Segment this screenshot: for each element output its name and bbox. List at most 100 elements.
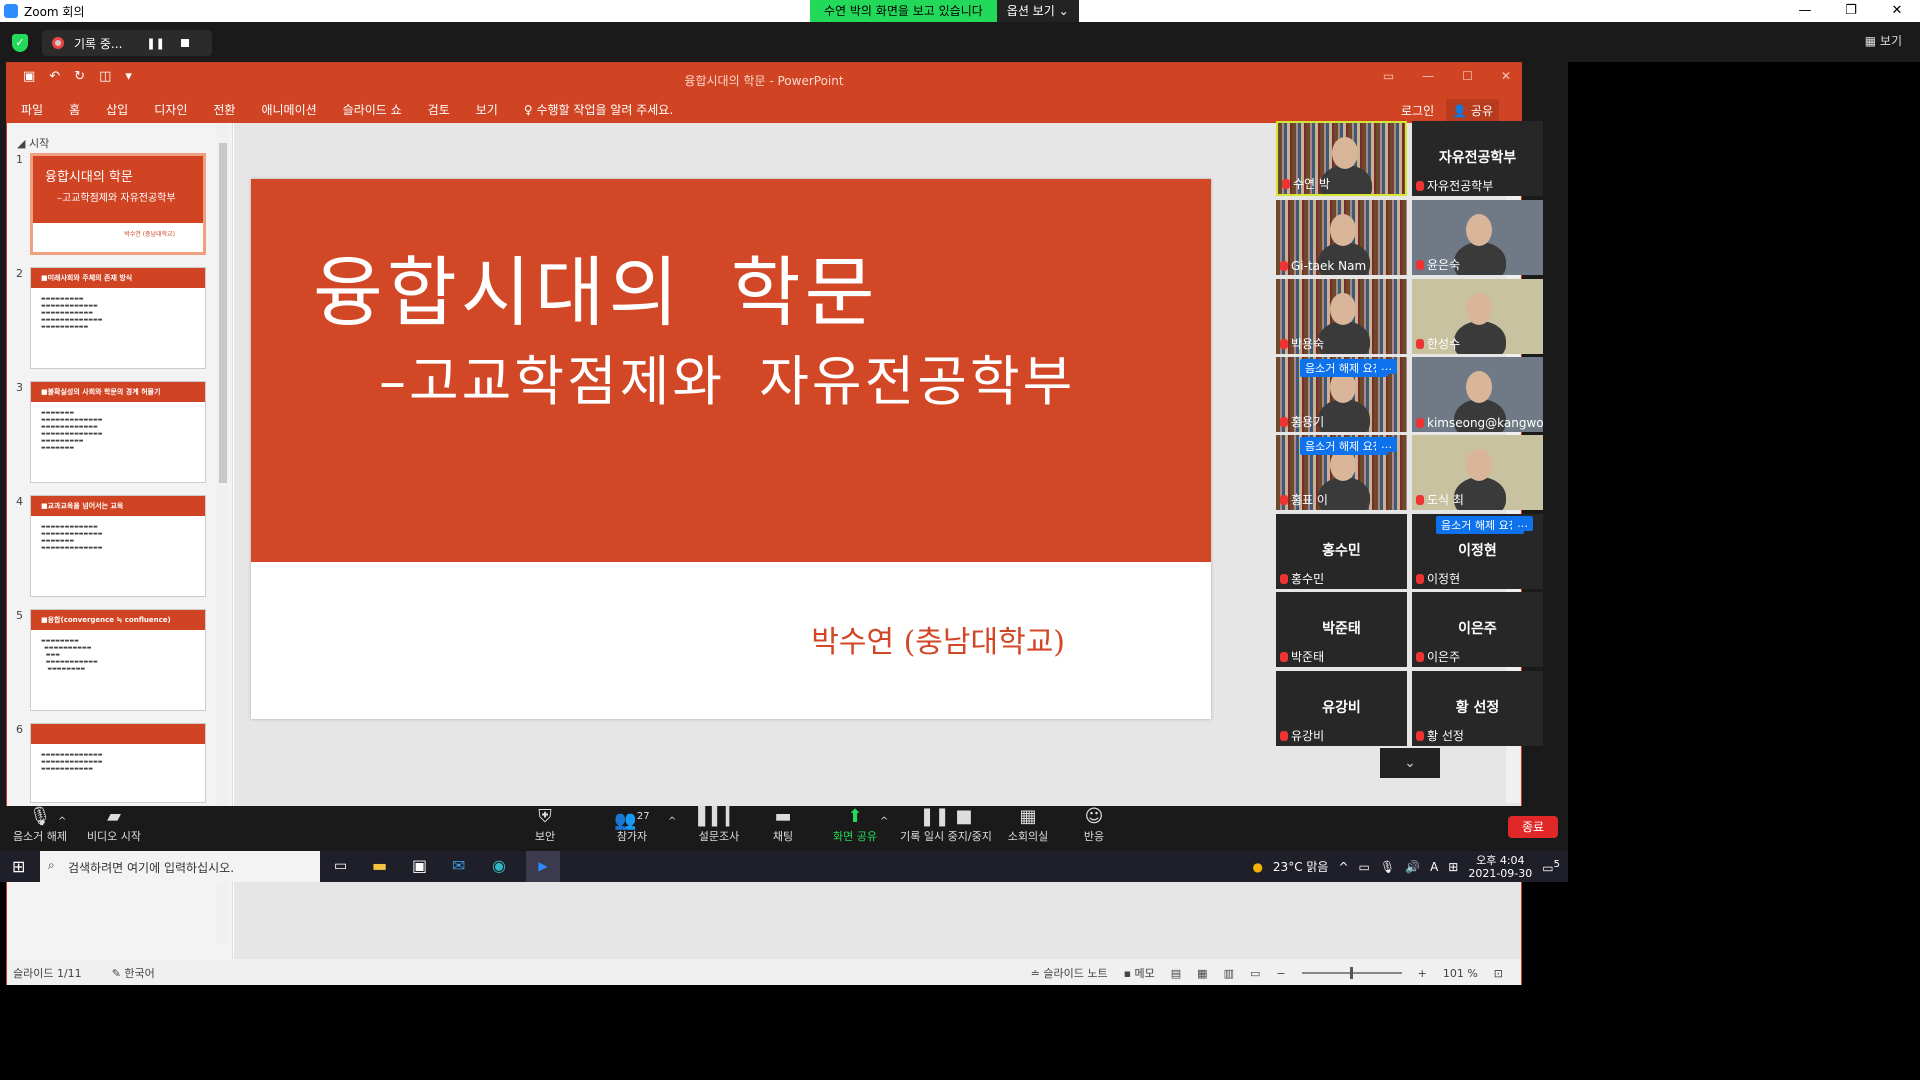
participant-tile[interactable]: 수연 박 <box>1276 121 1407 196</box>
tab-design[interactable]: 디자인 <box>154 101 187 118</box>
comments-button[interactable]: ▪ 메모 <box>1124 965 1155 981</box>
file-explorer-icon[interactable]: ▬ <box>372 856 387 875</box>
ppt-close-icon[interactable]: ✕ <box>1501 69 1511 83</box>
slide-thumbnail-4[interactable]: ■교과교육을 넘어서는 교육 ▬▬▬▬▬▬▬▬▬▬▬▬ ▬▬▬▬▬▬▬▬▬▬▬▬▬… <box>30 495 206 597</box>
microphone-icon[interactable]: 🎙 <box>1380 860 1395 874</box>
participant-tile[interactable]: 이은주 이은주 <box>1412 592 1543 667</box>
normal-view-icon[interactable]: ▤ <box>1171 967 1181 980</box>
keyboard-icon[interactable]: ⊞ <box>1448 860 1458 874</box>
pause-recording-icon[interactable]: ❚❚ <box>146 37 164 50</box>
tab-slideshow[interactable]: 슬라이드 쇼 <box>343 101 402 118</box>
tray-expand-icon[interactable]: ^ <box>1338 860 1348 874</box>
mail-icon[interactable]: ✉ <box>452 856 465 875</box>
slide-thumbnail-3[interactable]: ■불확실성의 사회와 학문의 경계 허물기 ▬▬▬▬▬▬▬ ▬▬▬▬▬▬▬▬▬▬▬… <box>30 381 206 483</box>
language-indicator[interactable]: ✎ 한국어 <box>112 965 155 981</box>
participant-tile[interactable]: 박용숙 <box>1276 279 1407 354</box>
more-options-icon[interactable]: … <box>1376 437 1397 452</box>
view-options-button[interactable]: 옵션 보기 ⌄ <box>996 0 1079 22</box>
slide-thumbnail-2[interactable]: ■미래사회와 주체의 존재 방식 ▬▬▬▬▬▬▬▬▬ ▬▬▬▬▬▬▬▬▬▬▬▬ ▬▬… <box>30 267 206 369</box>
share-button[interactable]: 👤 공유 <box>1446 99 1499 122</box>
share-screen-button[interactable]: ⬆ 화면 공유 <box>830 806 880 844</box>
participant-tile[interactable]: 자유전공학부 자유전공학부 <box>1412 121 1543 196</box>
tab-file[interactable]: 파일 <box>21 101 43 118</box>
slide-thumbnail-6[interactable]: ▬▬▬▬▬▬▬▬▬▬▬▬▬ ▬▬▬▬▬▬▬▬▬▬▬▬▬ ▬▬▬▬▬▬▬▬▬▬▬ <box>30 723 206 803</box>
slide-thumbnail-5[interactable]: ■융합(convergence ≒ confluence) ▬▬▬▬▬▬▬▬ ▬… <box>30 609 206 711</box>
zoom-out-icon[interactable]: − <box>1276 967 1285 980</box>
tab-transitions[interactable]: 전환 <box>213 101 235 118</box>
ribbon-display-icon[interactable]: ▭ <box>1383 69 1394 83</box>
minimize-button[interactable]: — <box>1782 0 1828 22</box>
close-button[interactable]: ✕ <box>1874 0 1920 22</box>
edge-icon[interactable]: ◉ <box>492 856 506 875</box>
fit-slide-icon[interactable]: ⊡ <box>1494 967 1503 980</box>
tell-me-search[interactable]: ♀ 수행할 작업을 알려 주세요. <box>524 101 673 118</box>
section-header[interactable]: ◢ 시작 <box>17 135 49 151</box>
ppt-minimize-icon[interactable]: — <box>1422 69 1434 83</box>
sorter-view-icon[interactable]: ▦ <box>1197 967 1207 980</box>
network-icon[interactable]: ▭ <box>1359 860 1370 874</box>
gallery-next-page-icon[interactable]: ⌄ <box>1380 748 1440 778</box>
security-button[interactable]: ⛨ 보안 <box>530 806 560 844</box>
participant-tile[interactable]: 윤은숙 <box>1412 200 1543 275</box>
participant-tile[interactable]: 홍수민 홍수민 <box>1276 514 1407 589</box>
tab-review[interactable]: 검토 <box>428 101 450 118</box>
participants-options-icon[interactable]: ^ <box>668 816 676 827</box>
notification-icon[interactable]: ▭5 <box>1542 859 1560 875</box>
share-options-icon[interactable]: ^ <box>880 816 888 827</box>
tab-view[interactable]: 보기 <box>476 101 498 118</box>
participant-tile[interactable]: 황 선정 황 선정 <box>1412 671 1543 746</box>
tab-animations[interactable]: 애니메이션 <box>261 101 316 118</box>
task-view-icon[interactable]: ▭ <box>334 858 347 874</box>
scrollbar-thumb[interactable] <box>219 143 227 483</box>
participant-tile[interactable]: Gi-taek Nam <box>1276 200 1407 275</box>
chat-button[interactable]: ▬ 채팅 <box>768 806 798 844</box>
ppt-maximize-icon[interactable]: ☐ <box>1462 69 1473 83</box>
polls-button[interactable]: ▌▍▎ 설문조사 <box>694 806 744 844</box>
more-options-icon[interactable]: … <box>1512 516 1533 531</box>
breakout-rooms-button[interactable]: ▦ 소회의실 <box>1004 806 1052 844</box>
clock[interactable]: 오후 4:04 2021-09-30 <box>1468 854 1532 880</box>
participant-tile[interactable]: 유강비 유강비 <box>1276 671 1407 746</box>
windows-start-icon[interactable]: ⊞ <box>12 857 25 876</box>
unmute-request-badge[interactable]: 음소거 해제 요청 <box>1300 359 1388 377</box>
current-slide[interactable]: 융합시대의 학문 –고교학점제와 자유전공학부 박수연 (충남대학교) <box>251 179 1211 719</box>
participant-tile[interactable]: 음소거 해제 요청… 홍표 이 <box>1276 435 1407 510</box>
reactions-button[interactable]: ☺ 반응 <box>1080 806 1108 844</box>
zoom-in-icon[interactable]: + <box>1418 967 1427 980</box>
participant-tile[interactable]: 도식 최 <box>1412 435 1543 510</box>
participant-name: 유강비 <box>1291 729 1325 743</box>
login-link[interactable]: 로그인 <box>1401 102 1434 119</box>
end-meeting-button[interactable]: 종료 <box>1508 816 1558 838</box>
stop-recording-icon[interactable] <box>180 39 189 47</box>
zoom-taskbar-icon[interactable]: ▶ <box>526 851 560 882</box>
taskbar-search[interactable]: ⌕ 검색하려면 여기에 입력하십시오. <box>40 851 320 882</box>
unmute-request-badge[interactable]: 음소거 해제 요청 <box>1436 516 1524 534</box>
unmute-request-badge[interactable]: 음소거 해제 요청 <box>1300 437 1388 455</box>
record-pause-stop-button[interactable]: ❚❚ ■ 기록 일시 중지/중지 <box>898 806 994 844</box>
more-options-icon[interactable]: … <box>1376 359 1397 374</box>
view-button[interactable]: ▦ 보기 <box>1865 32 1902 49</box>
slide-thumbnail-1[interactable]: 융합시대의 학문 –고교학점제와 자유전공학부 박수연 (충남대학교) <box>30 153 206 255</box>
ime-icon[interactable]: A <box>1430 860 1438 874</box>
volume-icon[interactable]: 🔊 <box>1405 860 1420 874</box>
participant-name: 이은주 <box>1427 650 1461 664</box>
participants-button[interactable]: 👥27 참가자 <box>610 806 654 844</box>
participant-tile[interactable]: 음소거 해제 요청… 홍용기 <box>1276 357 1407 432</box>
security-shield-icon[interactable]: ✓ <box>12 34 28 52</box>
store-icon[interactable]: ▣ <box>412 856 427 875</box>
maximize-button[interactable]: ❐ <box>1828 0 1874 22</box>
weather-text[interactable]: 23°C 맑음 <box>1273 858 1329 875</box>
participant-tile[interactable]: kimseong@kangwon.... <box>1412 357 1543 432</box>
start-video-button[interactable]: ▰ 비디오 시작 <box>82 806 146 844</box>
participant-tile[interactable]: 박준태 박준태 <box>1276 592 1407 667</box>
reading-view-icon[interactable]: ▥ <box>1224 967 1234 980</box>
zoom-level[interactable]: 101 % <box>1443 967 1478 980</box>
audio-options-icon[interactable]: ^ <box>58 816 66 827</box>
notes-button[interactable]: ≐ 슬라이드 노트 <box>1031 965 1108 981</box>
slideshow-view-icon[interactable]: ▭ <box>1250 967 1260 980</box>
participant-tile[interactable]: 이정현 음소거 해제 요청… 이정현 <box>1412 514 1543 589</box>
participant-tile[interactable]: 한성수 <box>1412 279 1543 354</box>
zoom-slider[interactable] <box>1301 967 1402 979</box>
tab-home[interactable]: 홈 <box>69 101 80 118</box>
tab-insert[interactable]: 삽입 <box>106 101 128 118</box>
